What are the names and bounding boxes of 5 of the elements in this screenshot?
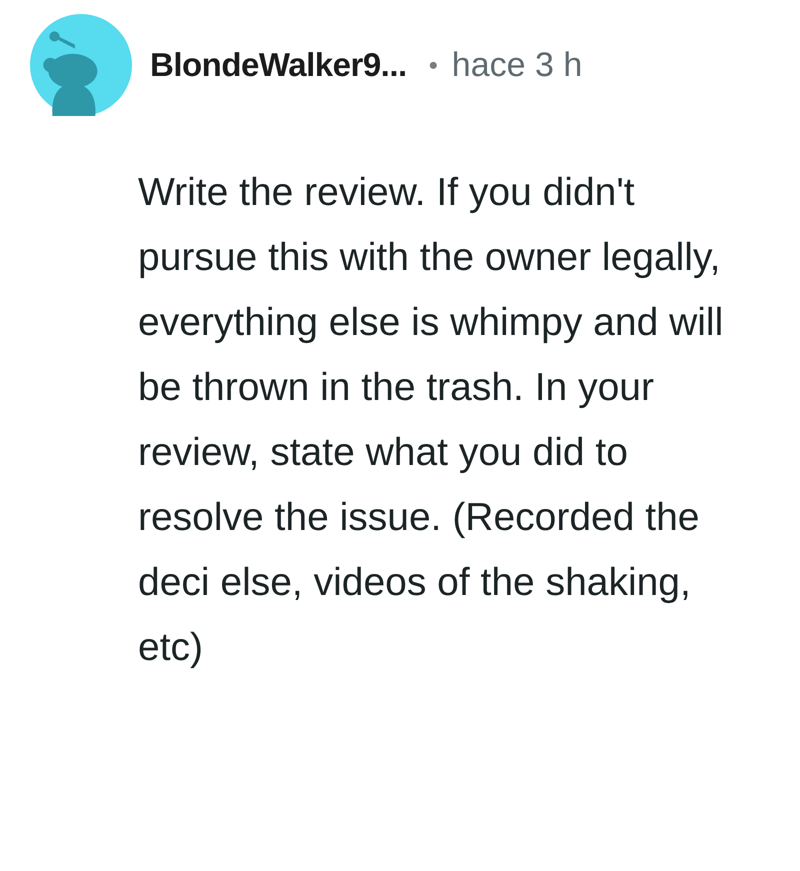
comment-text: Write the review. If you didn't pursue this with the owner legally, everything else is whimpy and will be thrown in the trash. In your review, state what you did to resolve the issue. (Recorded the deci else, videos of the shaking, etc) — [138, 170, 724, 671]
avatar-icon — [30, 14, 132, 116]
username[interactable]: BlondeWalker9... — [150, 40, 407, 90]
timestamp: hace 3 h — [452, 44, 582, 86]
separator-dot: • — [428, 48, 438, 82]
